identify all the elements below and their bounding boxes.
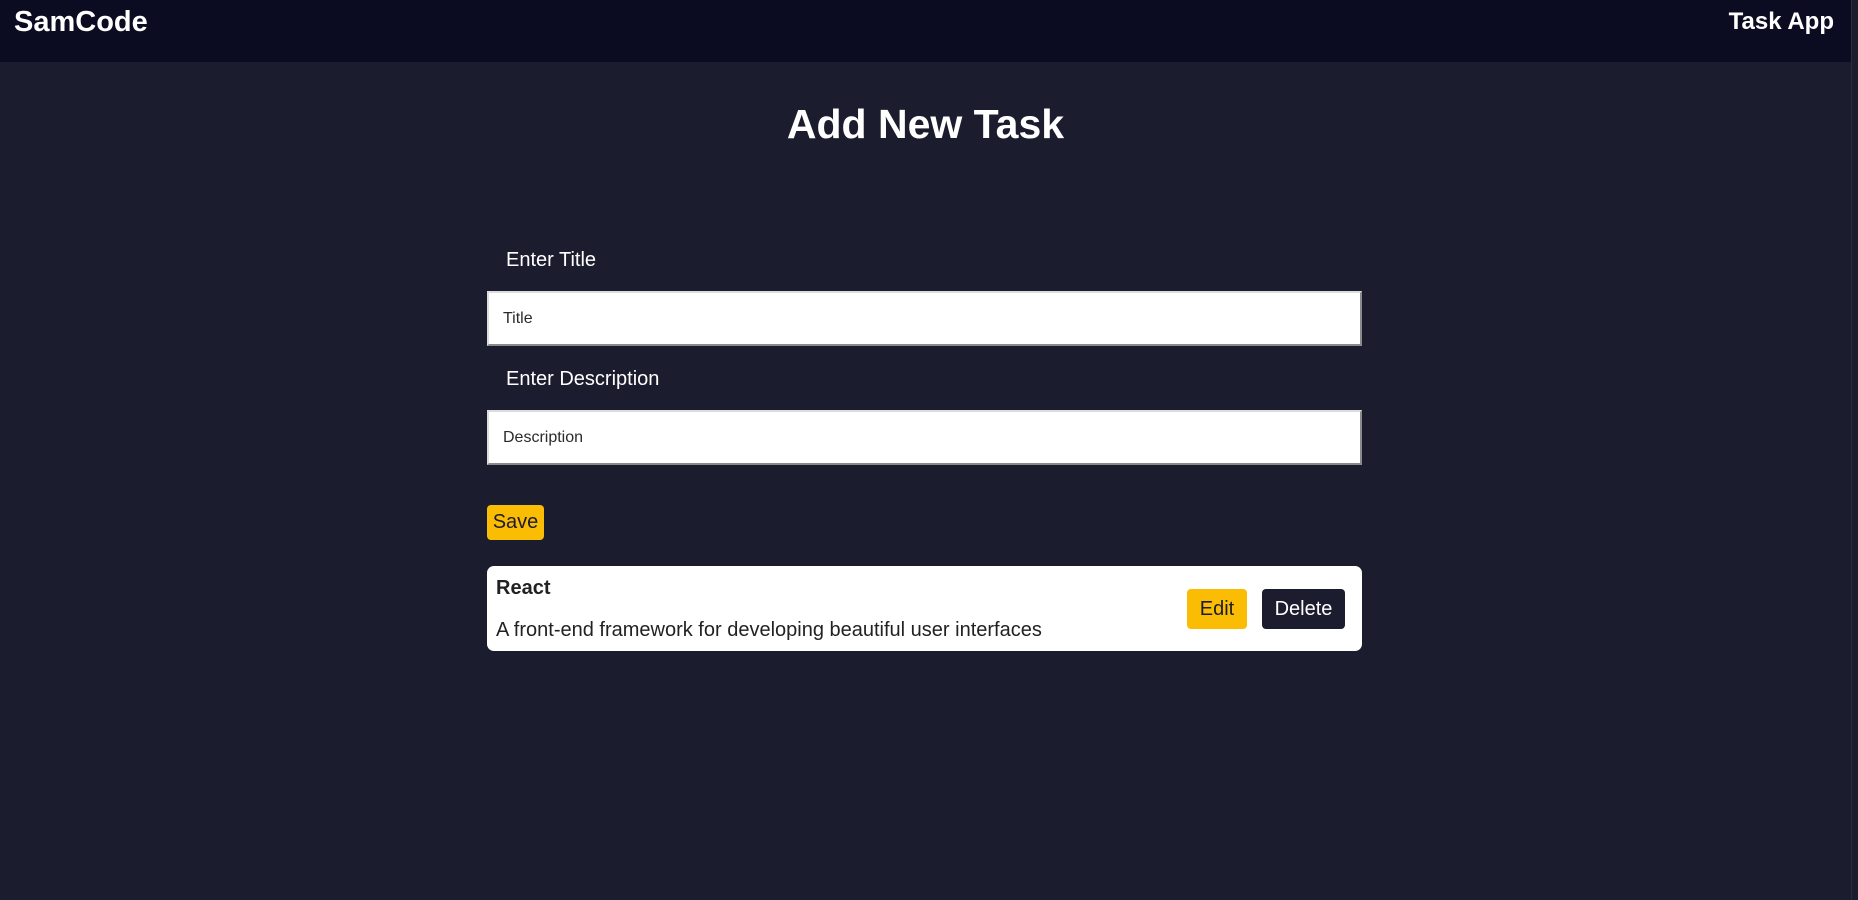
- task-description: A front-end framework for developing bea…: [496, 619, 1042, 641]
- title-field-label: Enter Title: [506, 249, 597, 271]
- description-input[interactable]: [487, 410, 1362, 465]
- save-button[interactable]: Save: [487, 505, 544, 540]
- task-title: React: [496, 577, 551, 599]
- task-card: React A front-end framework for developi…: [487, 566, 1362, 651]
- description-field-label: Enter Description: [506, 368, 660, 390]
- edit-button[interactable]: Edit: [1187, 589, 1247, 629]
- page-title: Add New Task: [786, 101, 1065, 147]
- app-name[interactable]: Task App: [1729, 8, 1834, 36]
- vertical-scrollbar[interactable]: [1851, 0, 1858, 900]
- brand-logo-text[interactable]: SamCode: [14, 5, 148, 39]
- delete-button[interactable]: Delete: [1262, 589, 1345, 629]
- top-navbar: SamCode Task App: [0, 0, 1851, 62]
- title-input[interactable]: [487, 291, 1362, 346]
